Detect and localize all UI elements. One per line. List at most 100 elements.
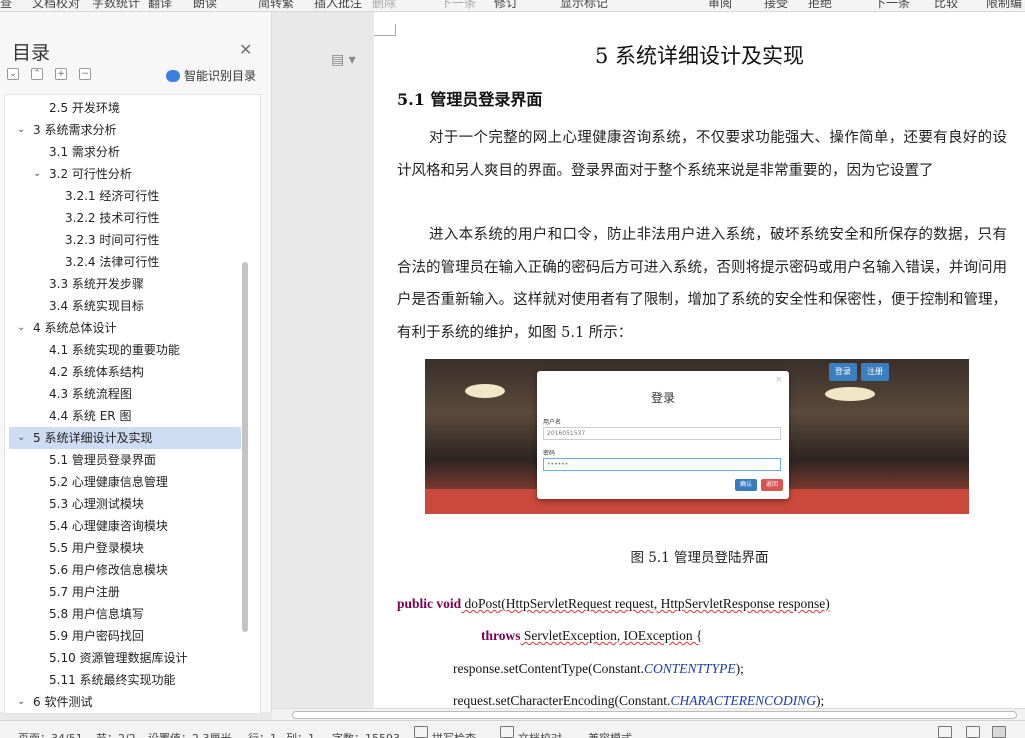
toolbar-item-delete[interactable]: 删除 xyxy=(372,0,396,11)
toc-item[interactable]: ⌄ 3 系统需求分析 xyxy=(9,119,241,141)
toc-item[interactable]: 5.1 管理员登录界面 xyxy=(9,449,241,471)
toc-item-label: 2.5 开发环境 xyxy=(49,101,120,115)
toc-item[interactable]: 5.9 用户密码找回 xyxy=(9,625,241,647)
toolbar-item-0[interactable]: 查 xyxy=(0,0,12,11)
toc-item[interactable]: 5.5 用户登录模块 xyxy=(9,537,241,559)
scrollbar-thumb[interactable] xyxy=(292,711,1017,719)
close-icon[interactable]: ✕ xyxy=(239,40,252,59)
chevron-down-icon[interactable]: ⌄ xyxy=(17,119,25,141)
document-page[interactable]: 5 系统详细设计及实现 5.1 管理员登录界面 对于一个完整的网上心理健康咨询系… xyxy=(374,12,1025,708)
toc-item[interactable]: 3.1 需求分析 xyxy=(9,141,241,163)
horizontal-scrollbar[interactable] xyxy=(272,708,1025,720)
toc-item-label: 5.8 用户信息填写 xyxy=(49,607,144,621)
page-corner-mark xyxy=(374,24,396,36)
status-doccheck[interactable]: 文档校对 xyxy=(518,730,562,738)
toc-item[interactable]: 4.3 系统流程图 xyxy=(9,383,241,405)
toolbar-item-next2[interactable]: 下一条 xyxy=(874,0,910,11)
toc-item-label: 5.1 管理员登录界面 xyxy=(49,453,156,467)
password-field: •••••• xyxy=(543,458,781,471)
toc-item[interactable]: 5.3 心理测试模块 xyxy=(9,493,241,515)
toolbar-item-proofread[interactable]: 文档校对 xyxy=(32,0,80,11)
status-wordcount[interactable]: 字数：15593 xyxy=(332,730,400,738)
toolbar-item-translate[interactable]: 翻译 xyxy=(148,0,172,11)
toc-item[interactable]: ⌄ 5 系统详细设计及实现 xyxy=(9,427,241,449)
doc-check-icon[interactable] xyxy=(500,726,514,738)
view-mode-icon[interactable] xyxy=(938,726,952,738)
toc-item-label: 4.2 系统体系结构 xyxy=(49,365,144,379)
modal-title: 登录 xyxy=(650,391,675,405)
toc-item[interactable]: 4.4 系统 ER 图 xyxy=(9,405,241,427)
status-compat: 兼容模式 xyxy=(588,730,632,738)
toc-item[interactable]: 5.10 资源管理数据库设计 xyxy=(9,647,241,669)
toc-item[interactable]: 3.4 系统实现目标 xyxy=(9,295,241,317)
smart-toc-button[interactable]: 智能识别目录 xyxy=(166,67,256,84)
toolbar-item-read[interactable]: 朗读 xyxy=(193,0,217,11)
code-text: response.setContentType(Constant. xyxy=(453,661,645,676)
code-keyword: public void xyxy=(397,596,462,611)
toc-item[interactable]: 3.2.2 技术可行性 xyxy=(9,207,241,229)
username-label: 用户名 xyxy=(543,419,562,426)
toc-item[interactable]: 5.6 用户修改信息模块 xyxy=(9,559,241,581)
toc-item-label: 5.7 用户注册 xyxy=(49,585,120,599)
status-page[interactable]: 页面：34/51 xyxy=(18,730,83,738)
toc-item[interactable]: 5.2 心理健康信息管理 xyxy=(9,471,241,493)
status-spellcheck[interactable]: 拼写检查 xyxy=(432,730,476,738)
paragraph-1: 对于一个完整的网上心理健康咨询系统，不仅要求功能强大、操作简单，还要有良好的设计… xyxy=(397,130,1007,179)
toolbar-item-revise[interactable]: 修订 xyxy=(494,0,518,11)
toc-item-label: 3.2 可行性分析 xyxy=(49,167,132,181)
code-line-1: public void doPost(HttpServletRequest re… xyxy=(397,596,830,612)
toc-item-label: 5.11 系统最终实现功能 xyxy=(49,673,176,687)
document-icon[interactable]: ▤ ▾ xyxy=(331,52,356,68)
toc-scrollbar[interactable] xyxy=(242,262,248,632)
collapse-all-icon[interactable]: ⌄ xyxy=(7,68,19,80)
toolbar-item-compare[interactable]: 比较 xyxy=(934,0,958,11)
toc-item-label: 3.1 需求分析 xyxy=(49,145,120,159)
toc-item[interactable]: 3.2.3 时间可行性 xyxy=(9,229,241,251)
code-keyword: throws xyxy=(481,628,521,643)
toolbar-item-convert[interactable]: 简转繁 xyxy=(258,0,294,11)
chevron-down-icon[interactable]: ⌄ xyxy=(33,163,41,185)
code-text: ); xyxy=(815,693,825,708)
toc-item[interactable]: 5.4 心理健康咨询模块 xyxy=(9,515,241,537)
toc-item[interactable]: 5.11 系统最终实现功能 xyxy=(9,669,241,691)
toc-item-label: 3.2.3 时间可行性 xyxy=(65,233,160,247)
toc-item[interactable]: 5.7 用户注册 xyxy=(9,581,241,603)
toolbar-item-review[interactable]: 审阅 xyxy=(708,0,732,11)
code-constant: CHARACTERENCODING xyxy=(670,693,816,708)
username-field: 2016051537 xyxy=(543,427,781,440)
toc-item[interactable]: 3.2.4 法律可行性 xyxy=(9,251,241,273)
edit-icon[interactable] xyxy=(966,726,980,738)
toolbar-item-next[interactable]: 下一条 xyxy=(440,0,476,11)
toc-item-label: 4.4 系统 ER 图 xyxy=(49,409,132,423)
toc-item[interactable]: 4.2 系统体系结构 xyxy=(9,361,241,383)
add-heading-icon[interactable]: + xyxy=(55,68,67,80)
page-view-icon[interactable] xyxy=(992,726,1006,738)
spellcheck-icon[interactable] xyxy=(414,726,428,738)
toc-item[interactable]: 3.2.1 经济可行性 xyxy=(9,185,241,207)
chevron-down-icon[interactable]: ⌄ xyxy=(17,427,25,449)
figure-login-button: 登录 xyxy=(829,363,857,381)
toolbar-item-wordcount[interactable]: 字数统计 xyxy=(92,0,140,11)
chevron-down-icon[interactable]: ⌄ xyxy=(17,691,25,713)
login-screenshot-figure: 登录 注册 × 登录 用户名 2016051537 密码 •••••• 确认 返… xyxy=(425,359,969,514)
toc-item[interactable]: 2.5 开发环境 xyxy=(9,97,241,119)
toc-item[interactable]: ⌄ 3.2 可行性分析 xyxy=(9,163,241,185)
toolbar-item-restrict[interactable]: 限制编 xyxy=(986,0,1022,11)
toc-item[interactable]: ⌄ 6 软件测试 xyxy=(9,691,241,713)
chevron-down-icon[interactable]: ⌄ xyxy=(17,317,25,339)
toolbar-item-comment[interactable]: 插入批注 xyxy=(314,0,362,11)
toc-item[interactable]: ⌄ 4 系统总体设计 xyxy=(9,317,241,339)
toc-item[interactable]: 3.3 系统开发步骤 xyxy=(9,273,241,295)
remove-heading-icon[interactable]: − xyxy=(79,68,91,80)
toc-item-label: 3 系统需求分析 xyxy=(33,123,117,137)
toc-item[interactable]: 5.8 用户信息填写 xyxy=(9,603,241,625)
code-text: ); xyxy=(735,661,744,676)
toc-item-label: 3.2.4 法律可行性 xyxy=(65,255,160,269)
toolbar-item-accept[interactable]: 接受 xyxy=(764,0,788,11)
toolbar-item-reject[interactable]: 拒绝 xyxy=(808,0,832,11)
expand-all-icon[interactable]: ⌃ xyxy=(31,68,43,80)
toc-item[interactable]: 4.1 系统实现的重要功能 xyxy=(9,339,241,361)
toolbar-item-showmarks[interactable]: 显示标记 xyxy=(560,0,608,11)
code-constant: CONTENTTYPE xyxy=(644,661,736,676)
toc-item-label: 6 软件测试 xyxy=(33,695,93,709)
